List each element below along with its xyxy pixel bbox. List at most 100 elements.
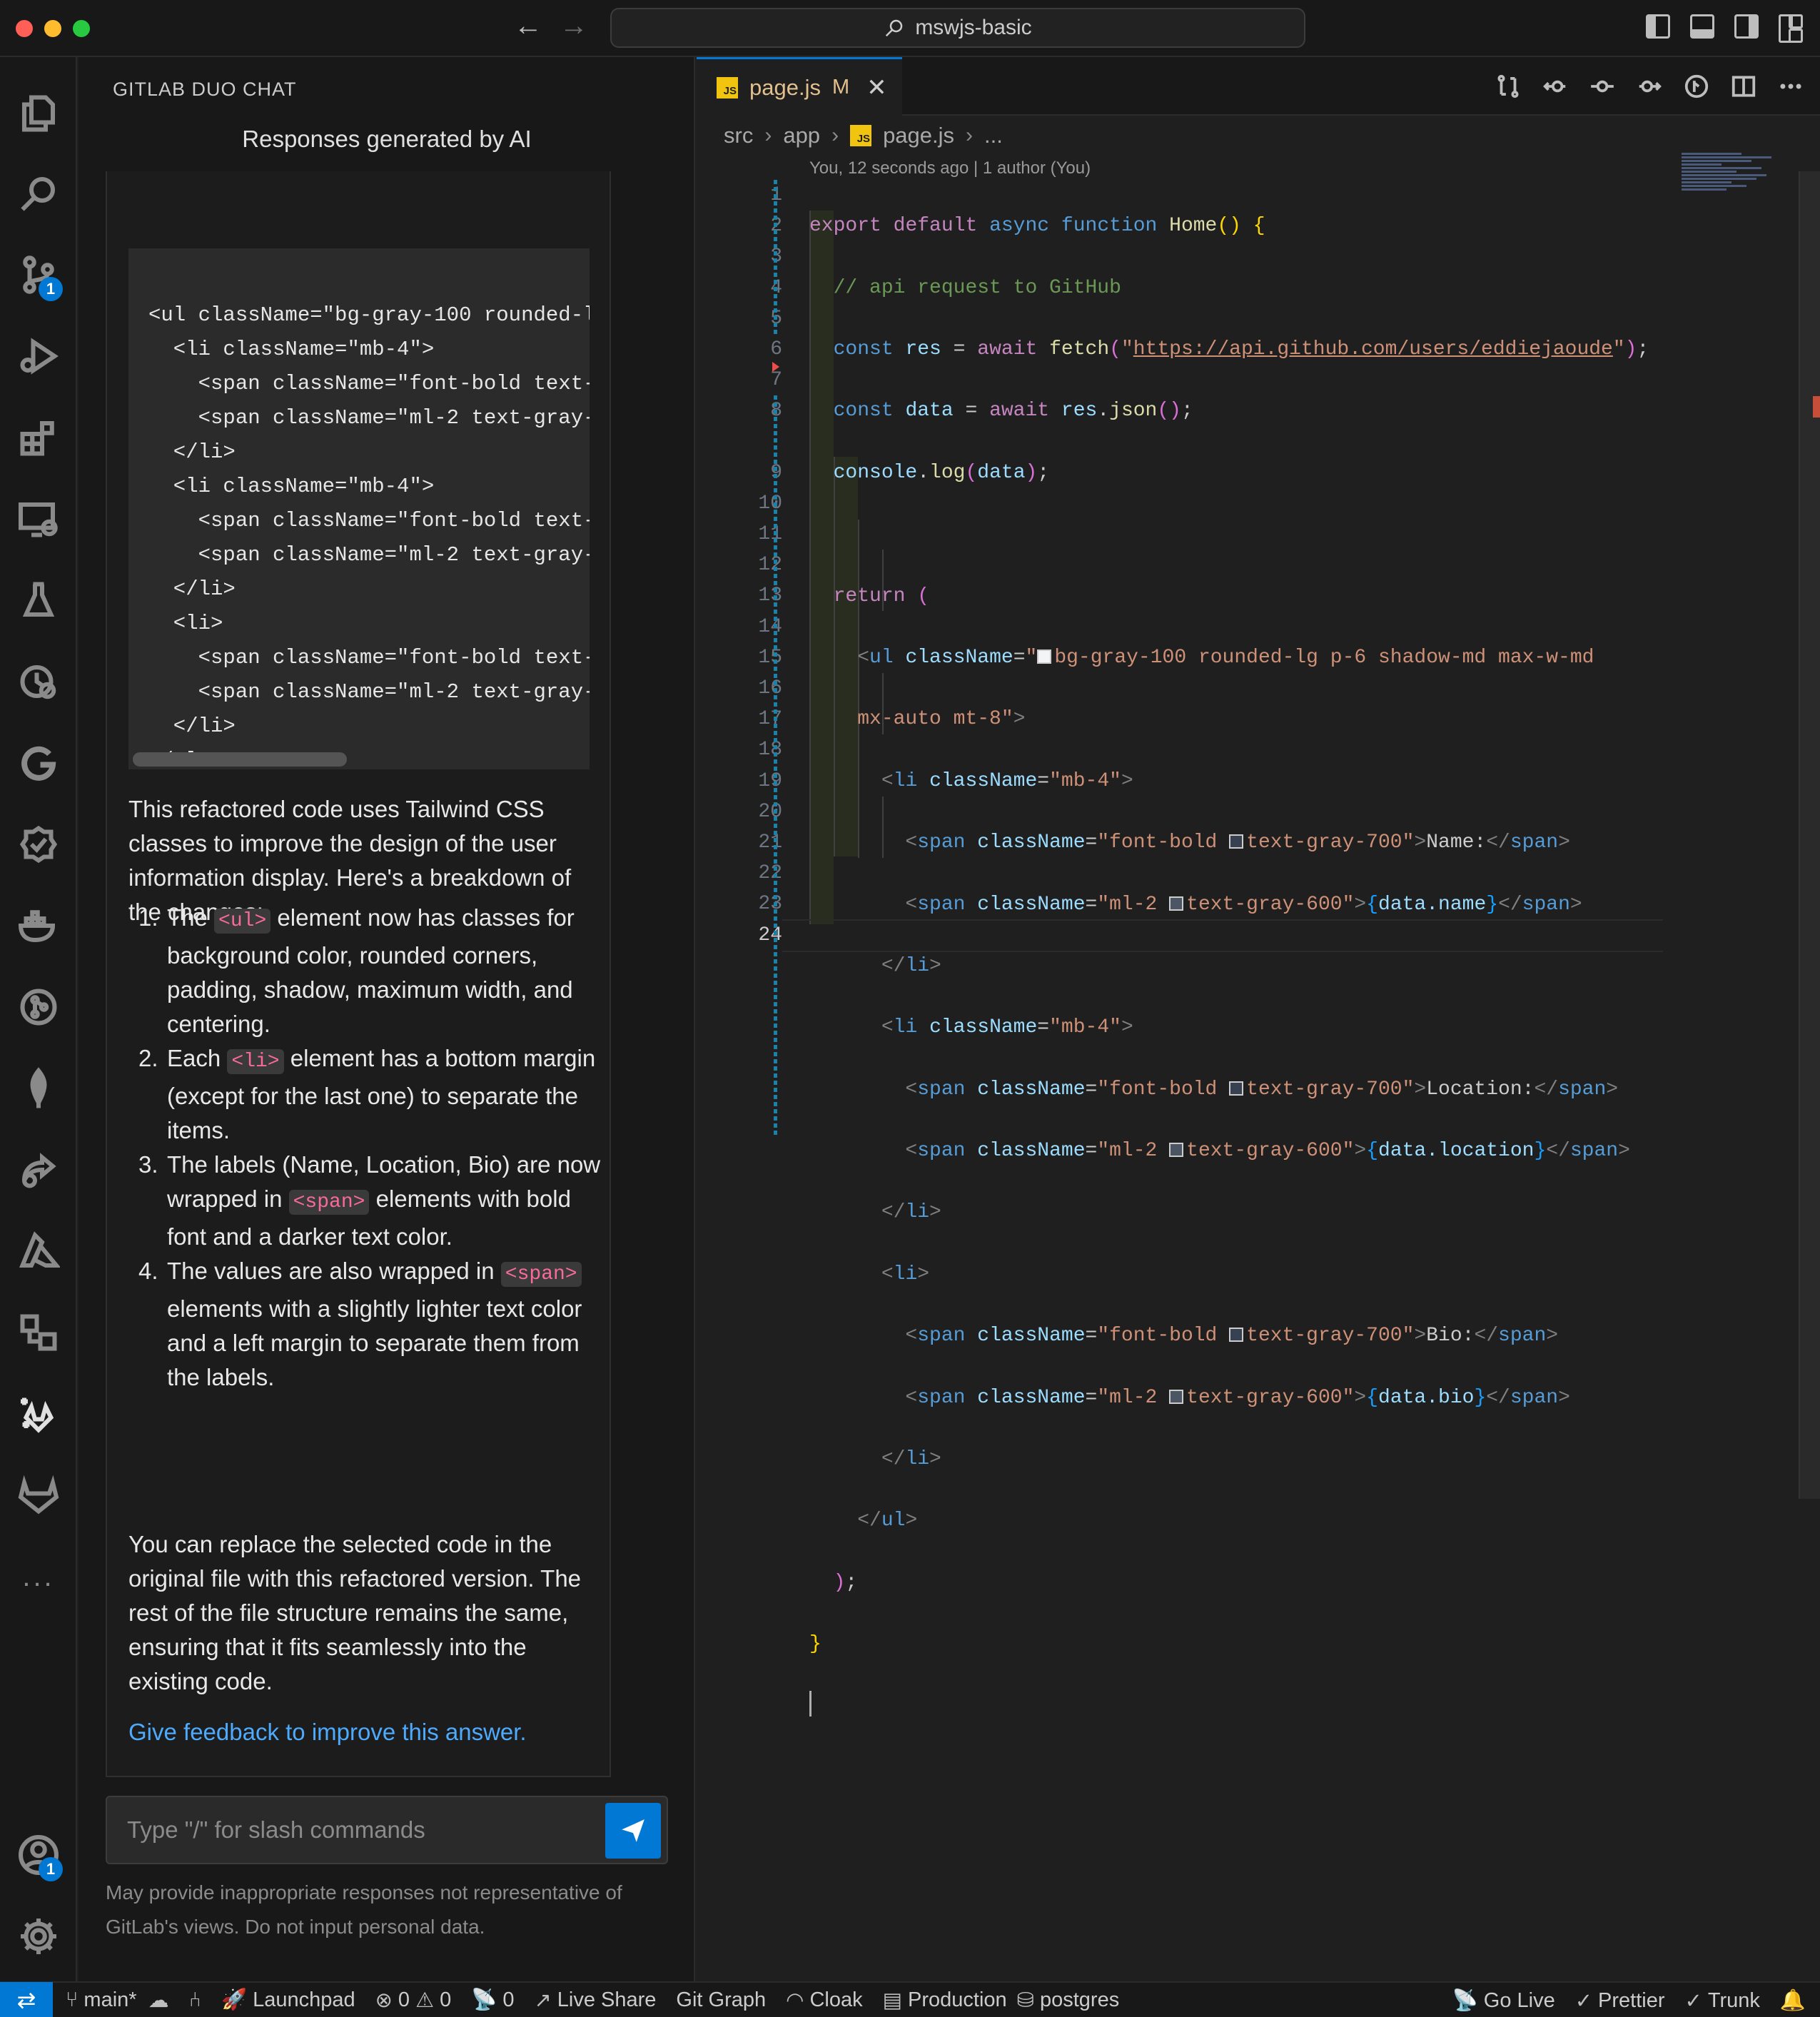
- split-editor-icon[interactable]: [1730, 73, 1757, 100]
- jsx-tag: span: [1522, 893, 1570, 916]
- url-string[interactable]: https://api.github.com/users/eddiejaoude: [1133, 338, 1613, 360]
- jsx-expression: data.bio: [1378, 1386, 1475, 1409]
- breadcrumb-item[interactable]: src: [724, 123, 753, 148]
- code-editor[interactable]: export default async function Home() { /…: [809, 180, 1649, 1783]
- live-share-status[interactable]: ↗ Live Share: [534, 1988, 656, 2013]
- toggle-primary-sidebar-icon[interactable]: [1646, 14, 1670, 39]
- go-back-arrow-icon[interactable]: ←: [514, 10, 542, 42]
- color-swatch[interactable]: [1169, 1389, 1184, 1404]
- color-swatch[interactable]: [1037, 649, 1052, 664]
- production-status[interactable]: ▤ Production: [883, 1988, 1007, 2013]
- color-swatch[interactable]: [1229, 1081, 1244, 1096]
- breadcrumb-item[interactable]: page.js: [883, 123, 954, 148]
- tab-page-js[interactable]: JS page.js M ✕: [697, 57, 902, 116]
- line-number: 3: [697, 241, 782, 272]
- color-swatch[interactable]: [1169, 896, 1184, 911]
- maximize-window-button[interactable]: [73, 20, 90, 37]
- activity-bar: 1 ... 1: [0, 57, 77, 1981]
- notifications-button[interactable]: 🔔: [1780, 1988, 1806, 2013]
- docker-button[interactable]: [0, 886, 77, 965]
- feedback-link[interactable]: Give feedback to improve this answer.: [128, 1719, 527, 1746]
- gitlab-workflow-button[interactable]: [0, 724, 77, 802]
- run-debug-button[interactable]: [0, 317, 77, 395]
- code-line: // api request to GitHub: [809, 273, 1649, 303]
- toggle-secondary-sidebar-icon[interactable]: [1734, 14, 1759, 39]
- minimize-window-button[interactable]: [44, 20, 61, 37]
- changes-list: 1. The <ul> element now has classes for b…: [138, 901, 602, 1395]
- color-swatch[interactable]: [1229, 1328, 1244, 1343]
- git-graph-icon[interactable]: [1683, 73, 1710, 100]
- testing-button[interactable]: [0, 561, 77, 640]
- vertical-scrollbar[interactable]: [1799, 171, 1820, 1499]
- code-line: <span className="ml-2 text-gray-: [148, 680, 590, 704]
- mongodb-button[interactable]: [0, 1049, 77, 1128]
- color-swatch[interactable]: [1229, 834, 1244, 849]
- containers-button[interactable]: [0, 1293, 77, 1372]
- cloak-status[interactable]: ◠ Cloak: [786, 1988, 862, 2013]
- remote-indicator-button[interactable]: ⇄: [0, 1982, 53, 2017]
- manage-button[interactable]: [0, 1897, 77, 1976]
- color-swatch[interactable]: [1169, 1143, 1184, 1158]
- go-forward-arrow-icon[interactable]: →: [560, 10, 588, 42]
- code-line: console.log(data);: [833, 461, 1050, 484]
- keyword: export: [809, 215, 881, 238]
- send-button[interactable]: [605, 1803, 661, 1859]
- git-graph-button[interactable]: [0, 968, 77, 1046]
- previous-change-icon[interactable]: [1542, 73, 1569, 100]
- keyword: const: [833, 400, 894, 423]
- git-status-button[interactable]: ⑃: [189, 1988, 201, 2012]
- timeline-button[interactable]: [0, 642, 77, 721]
- sync-button[interactable]: ☁: [148, 1988, 169, 2013]
- close-tab-icon[interactable]: ✕: [866, 74, 887, 102]
- command-center-search[interactable]: mswjs-basic: [610, 8, 1305, 48]
- toggle-panel-icon[interactable]: [1690, 14, 1714, 39]
- cloud-sync-icon: ☁: [148, 1988, 169, 2012]
- more-actions-icon[interactable]: [1777, 73, 1804, 100]
- live-share-button[interactable]: [0, 1131, 77, 1209]
- jsx-attribute: className: [977, 1140, 1086, 1163]
- chevron-right-icon: ›: [764, 123, 772, 147]
- explorer-button[interactable]: [0, 74, 77, 153]
- more-views-button[interactable]: ...: [0, 1537, 77, 1616]
- customize-layout-icon[interactable]: [1779, 14, 1803, 43]
- code-line: <li>: [148, 612, 223, 635]
- remote-explorer-button[interactable]: [0, 480, 77, 558]
- trunk-status[interactable]: ✓ Trunk: [1685, 1988, 1760, 2013]
- list-text-part: Each: [167, 1045, 228, 1071]
- search-button[interactable]: [0, 154, 77, 233]
- git-graph-status[interactable]: Git Graph: [676, 1988, 766, 2012]
- breadcrumb-item[interactable]: ...: [984, 123, 1003, 148]
- launchpad-button[interactable]: 🚀 Launchpad: [221, 1988, 355, 2012]
- duo-chat-button[interactable]: [0, 1375, 77, 1453]
- chat-prompt-input[interactable]: [107, 1797, 600, 1863]
- go-live-button[interactable]: 📡 Go Live: [1452, 1988, 1555, 2013]
- open-changes-icon[interactable]: [1495, 73, 1522, 100]
- database-status[interactable]: ⛁ postgres: [1017, 1988, 1120, 2013]
- code-line: <span className="font-bold text-: [148, 509, 590, 532]
- accounts-button[interactable]: 1: [0, 1816, 77, 1894]
- response-code-block[interactable]: <ul className="bg-gray-100 rounded-l <li…: [128, 248, 590, 769]
- close-window-button[interactable]: [16, 20, 33, 37]
- azure-button[interactable]: [0, 1212, 77, 1290]
- prettier-status[interactable]: ✓ Prettier: [1575, 1988, 1665, 2013]
- jsx-text: Location:: [1426, 1078, 1535, 1101]
- gitlab-button[interactable]: [0, 1456, 77, 1535]
- code-horizontal-scrollbar[interactable]: [133, 752, 347, 767]
- source-control-button[interactable]: 1: [0, 236, 77, 314]
- line-number: 15: [758, 646, 782, 669]
- extensions-button[interactable]: [0, 398, 77, 477]
- next-change-icon[interactable]: [1636, 73, 1663, 100]
- breadcrumb-item[interactable]: app: [783, 123, 820, 148]
- code-line: const res = await fetch("https://api.git…: [833, 338, 1649, 360]
- ports-indicator[interactable]: 📡 0: [471, 1988, 514, 2012]
- minimap[interactable]: [1682, 153, 1781, 217]
- branch-indicator[interactable]: ⑂ main*: [66, 1988, 137, 2012]
- jsx-tag: span: [917, 893, 966, 916]
- variable: res: [1061, 400, 1098, 423]
- commit-icon[interactable]: [1589, 73, 1616, 100]
- keyword: await: [977, 338, 1038, 360]
- git-blame-annotation[interactable]: You, 12 seconds ago | 1 author (You): [809, 158, 1091, 178]
- code-line: <li className="mb-4">: [148, 475, 435, 498]
- review-button[interactable]: [0, 805, 77, 884]
- problems-indicator[interactable]: ⊗ 0 ⚠ 0: [375, 1988, 452, 2013]
